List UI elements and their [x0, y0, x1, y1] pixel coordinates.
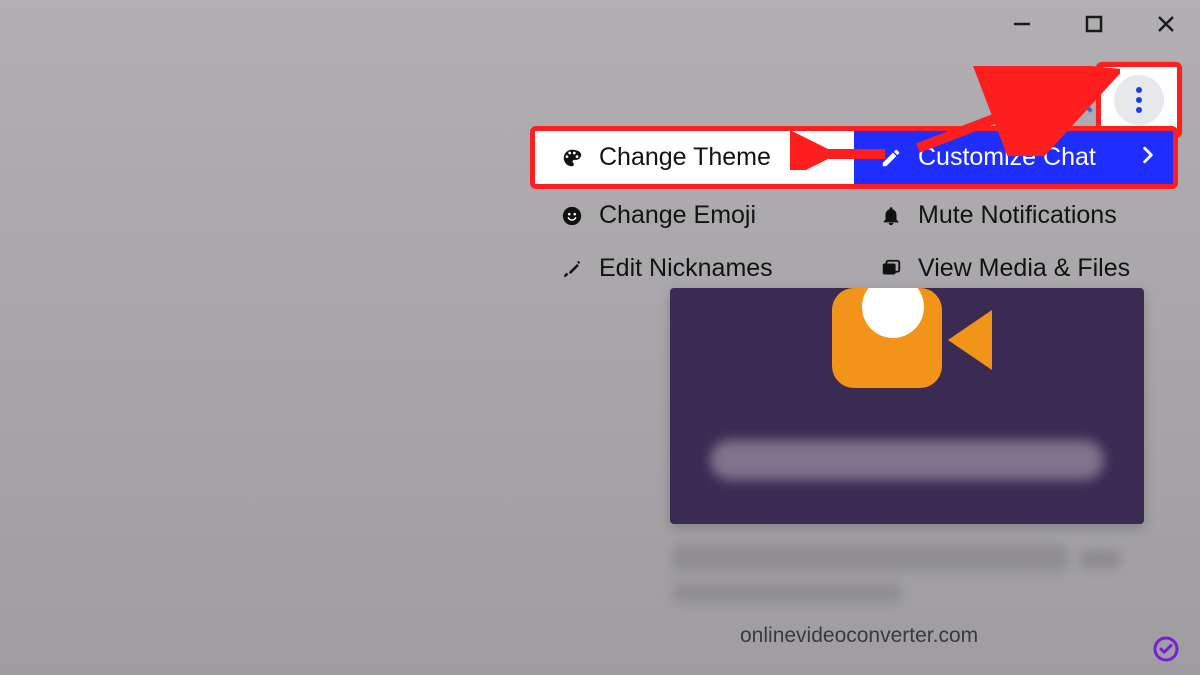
menu-row: Change Emoji Mute Notifications [535, 189, 1173, 242]
link-preview-card[interactable] [670, 288, 1144, 524]
menu-label: Mute Notifications [918, 201, 1117, 230]
more-vertical-icon [1136, 85, 1142, 115]
edit-icon [878, 145, 904, 171]
blurred-title-tail [1080, 550, 1120, 568]
menu-item-mute-notifications[interactable]: Mute Notifications [854, 189, 1173, 242]
menu-label: Change Theme [599, 143, 771, 172]
minimize-button[interactable] [1004, 6, 1040, 42]
options-menu: Change Theme Customize Chat Change Emoji… [530, 126, 1178, 295]
video-camera-icon [822, 288, 992, 408]
menu-label: Edit Nicknames [599, 254, 773, 283]
menu-item-view-media-files[interactable]: View Media & Files [854, 242, 1173, 295]
menu-label: View Media & Files [918, 254, 1130, 283]
media-icon [878, 256, 904, 282]
palette-icon [559, 145, 585, 171]
menu-label: Customize Chat [918, 143, 1096, 172]
search-icon[interactable] [1054, 74, 1094, 119]
more-options-button[interactable] [1114, 75, 1164, 125]
menu-row-highlighted: Change Theme Customize Chat [530, 126, 1178, 189]
maximize-button[interactable] [1076, 6, 1112, 42]
preview-blurred-text [710, 440, 1104, 480]
emoji-icon [559, 203, 585, 229]
menu-item-change-theme[interactable]: Change Theme [535, 131, 854, 184]
close-button[interactable] [1148, 6, 1184, 42]
menu-label: Change Emoji [599, 201, 756, 230]
menu-row: Edit Nicknames View Media & Files [535, 242, 1173, 295]
pencil-icon [559, 256, 585, 282]
menu-item-customize-chat[interactable]: Customize Chat [854, 131, 1173, 184]
window-controls [1004, 6, 1184, 42]
chevron-right-icon [1141, 146, 1155, 170]
link-url[interactable]: onlinevideoconverter.com [740, 624, 978, 648]
menu-item-edit-nicknames[interactable]: Edit Nicknames [535, 242, 854, 295]
bell-icon [878, 203, 904, 229]
menu-item-change-emoji[interactable]: Change Emoji [535, 189, 854, 242]
checkmark-badge-icon [1152, 635, 1180, 663]
blurred-title [672, 544, 1068, 572]
blurred-subtitle [672, 582, 902, 604]
